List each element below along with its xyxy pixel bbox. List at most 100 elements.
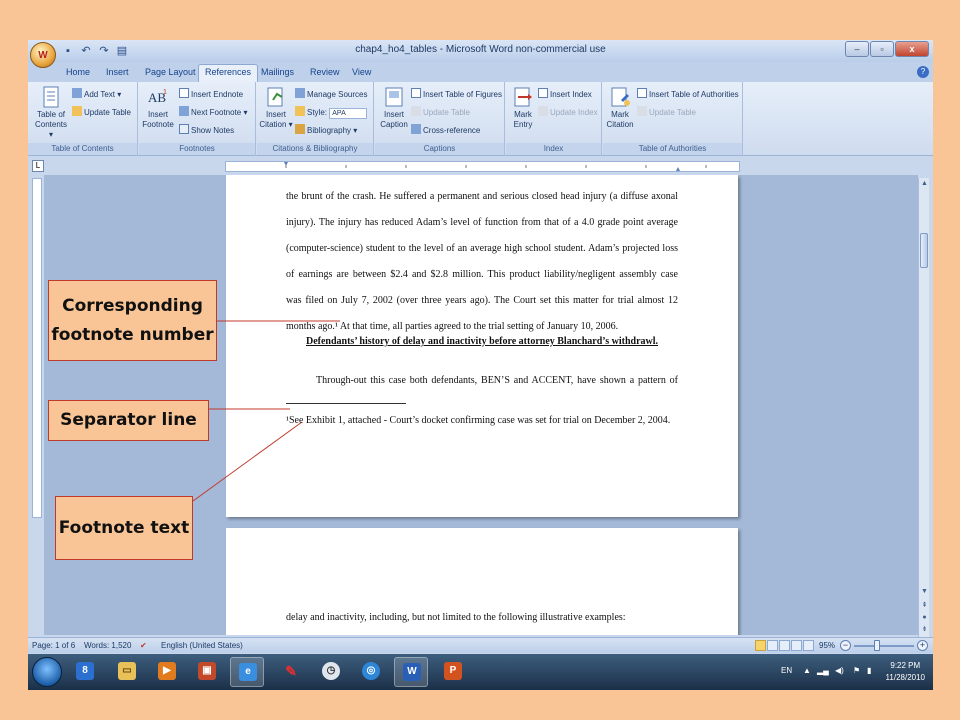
network-icon[interactable]: ▂▄ <box>817 666 829 675</box>
zoom-level[interactable]: 95% <box>819 641 835 650</box>
powerpoint-icon: P <box>444 662 462 680</box>
taskbar-app-powerpoint[interactable]: P <box>436 657 470 687</box>
table-of-contents-button[interactable]: Table of Contents ▾ <box>34 86 68 140</box>
web-layout-view-icon[interactable] <box>779 640 790 651</box>
manage-sources-label: Manage Sources <box>307 90 368 99</box>
volume-icon[interactable]: ◀) <box>835 666 844 675</box>
word-icon: W <box>403 663 421 681</box>
taskbar-app[interactable]: ✎ <box>274 657 308 687</box>
insert-citation-button[interactable]: Insert Citation ▾ <box>259 86 293 130</box>
office-logo-icon: W <box>38 49 48 61</box>
mark-citation-label: Mark Citation <box>606 110 634 129</box>
zoom-slider-knob[interactable] <box>874 640 880 651</box>
document-page-1[interactable]: the brunt of the crash. He suffered a pe… <box>226 175 738 517</box>
browse-object-icon[interactable]: ● <box>919 612 930 623</box>
taskbar-app[interactable]: ▣ <box>190 657 224 687</box>
power-icon[interactable]: ▮ <box>867 666 871 675</box>
tab-mailings[interactable]: Mailings <box>255 65 300 79</box>
style-select[interactable]: Style: APA <box>295 106 368 119</box>
doc-line: was filed on July 7, 2002 (over three ye… <box>286 295 678 306</box>
help-icon[interactable]: ? <box>917 66 929 78</box>
manage-sources-button[interactable]: Manage Sources <box>295 88 367 100</box>
word-window: W ▪ ↶ ↷ ▤ chap4_ho4_tables - Microsoft W… <box>28 40 933 690</box>
taskbar-app[interactable]: ▭ <box>110 657 144 687</box>
previous-page-icon[interactable]: ⇞ <box>919 600 930 611</box>
taskbar-app[interactable]: ▶ <box>150 657 184 687</box>
bibliography-button[interactable]: Bibliography ▾ <box>295 124 357 136</box>
update-table-button[interactable]: Update Table <box>72 106 131 118</box>
cross-reference-button[interactable]: Cross-reference <box>411 124 480 136</box>
minimize-button[interactable]: – <box>845 41 869 57</box>
taskbar-app[interactable]: ◷ <box>314 657 348 687</box>
zoom-out-button[interactable]: − <box>840 640 851 651</box>
tab-review[interactable]: Review <box>304 65 346 79</box>
callout-footnote-number: Corresponding footnote number <box>48 280 217 361</box>
tab-page-layout[interactable]: Page Layout <box>139 65 202 79</box>
outline-view-icon[interactable] <box>791 640 802 651</box>
insert-index-button[interactable]: Insert Index <box>538 88 592 100</box>
tab-home[interactable]: Home <box>60 65 96 79</box>
taskbar-app-word[interactable]: W <box>394 657 428 687</box>
group-label-captions: Captions <box>375 143 504 155</box>
office-button[interactable]: W <box>30 42 56 68</box>
horizontal-ruler[interactable] <box>225 161 740 172</box>
action-center-icon[interactable]: ⚑ <box>853 666 860 675</box>
doc-line: the brunt of the crash. He suffered a pe… <box>286 191 678 202</box>
mark-entry-button[interactable]: Mark Entry <box>506 86 540 130</box>
proofing-icon[interactable]: ✔ <box>140 641 147 650</box>
insert-caption-button[interactable]: Insert Caption <box>377 86 411 130</box>
input-language[interactable]: EN <box>781 666 792 675</box>
scroll-thumb[interactable] <box>920 233 928 268</box>
print-layout-view-icon[interactable] <box>755 640 766 651</box>
taskbar-app[interactable]: ◎ <box>354 657 388 687</box>
language-indicator[interactable]: English (United States) <box>161 641 243 650</box>
installer-icon: ▣ <box>198 662 216 680</box>
page-count[interactable]: Page: 1 of 6 <box>32 641 75 650</box>
group-citations: Insert Citation ▾ Manage Sources Style: … <box>257 82 374 156</box>
insert-index-icon <box>538 88 548 98</box>
insert-footnote-label: Insert Footnote <box>142 110 174 129</box>
taskbar-app[interactable]: 8 <box>68 657 102 687</box>
start-button[interactable] <box>32 657 62 687</box>
insert-footnote-button[interactable]: AB 1 Insert Footnote <box>141 86 175 130</box>
update-table-authorities-button[interactable]: Update Table <box>637 106 696 118</box>
show-notes-button[interactable]: Show Notes <box>179 124 234 136</box>
full-screen-view-icon[interactable] <box>767 640 778 651</box>
next-footnote-button[interactable]: Next Footnote ▾ <box>179 106 248 118</box>
group-label-index: Index <box>506 143 601 155</box>
next-page-icon[interactable]: ⇟ <box>919 624 930 635</box>
vertical-scrollbar[interactable]: ▲ ▼ ⇞ ● ⇟ <box>918 178 929 638</box>
group-label-footnotes: Footnotes <box>139 143 255 155</box>
group-index: Mark Entry Insert Index Update Index Ind… <box>506 82 602 156</box>
table-of-contents-label: Table of Contents ▾ <box>34 110 68 139</box>
update-index-button[interactable]: Update Index <box>538 106 598 118</box>
add-text-button[interactable]: Add Text ▾ <box>72 88 121 100</box>
mark-entry-label: Mark Entry <box>513 110 533 129</box>
remote-icon: 8 <box>76 662 94 680</box>
tab-references[interactable]: References <box>198 64 259 82</box>
tray-arrow-icon[interactable]: ▲ <box>803 666 811 675</box>
style-dropdown[interactable]: APA <box>329 108 368 119</box>
document-page-2[interactable]: delay and inactivity, including, but not… <box>226 528 738 635</box>
scroll-up-icon[interactable]: ▲ <box>919 178 930 189</box>
zoom-slider[interactable] <box>854 645 914 647</box>
insert-footnote-icon: AB1 <box>148 89 167 105</box>
vertical-ruler[interactable] <box>32 178 42 518</box>
insert-table-of-figures-button[interactable]: Insert Table of Figures <box>411 88 502 100</box>
close-button[interactable]: x <box>895 41 929 57</box>
zoom-in-button[interactable]: + <box>917 640 928 651</box>
tab-selector-icon[interactable]: L <box>32 160 44 172</box>
draft-view-icon[interactable] <box>803 640 814 651</box>
word-count[interactable]: Words: 1,520 <box>84 641 131 650</box>
scroll-down-icon[interactable]: ▼ <box>919 586 930 597</box>
insert-endnote-button[interactable]: Insert Endnote <box>179 88 243 100</box>
mark-citation-button[interactable]: Mark Citation <box>603 86 637 130</box>
insert-table-of-authorities-button[interactable]: Insert Table of Authorities <box>637 88 739 100</box>
tab-view[interactable]: View <box>346 65 377 79</box>
update-table-figures-button[interactable]: Update Table <box>411 106 470 118</box>
update-table-icon <box>72 106 82 116</box>
tab-insert[interactable]: Insert <box>100 65 135 79</box>
clock[interactable]: 9:22 PM 11/28/2010 <box>886 660 925 684</box>
taskbar-app[interactable]: e <box>230 657 264 687</box>
maximize-button[interactable]: ▫ <box>870 41 894 57</box>
